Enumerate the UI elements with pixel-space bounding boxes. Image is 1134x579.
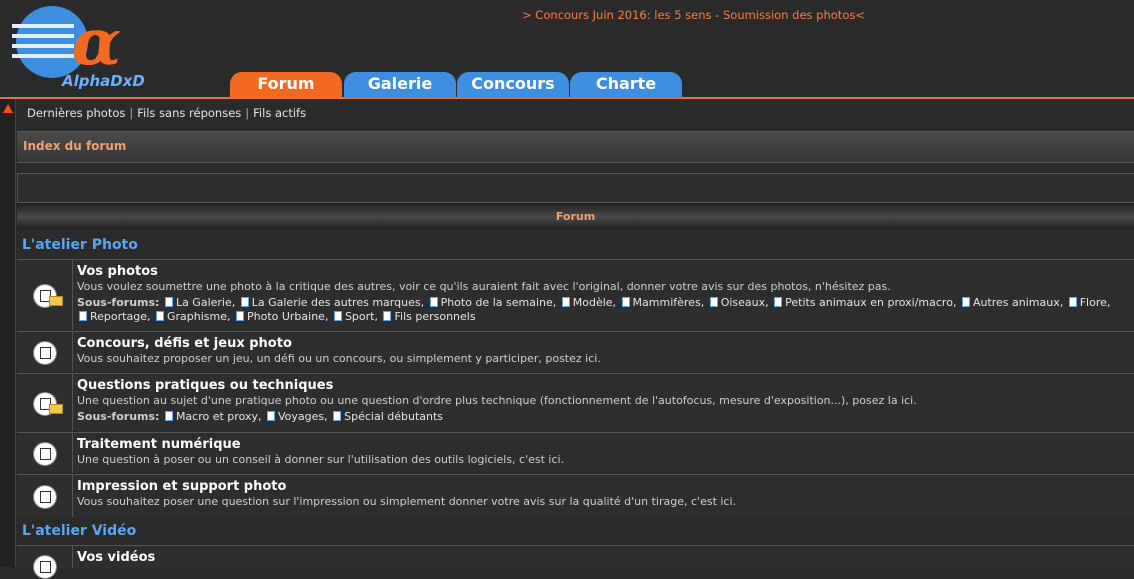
forum-description: Une question au sujet d'une pratique pho… [77, 394, 917, 407]
forum-description: Une question à poser ou un conseil à don… [77, 453, 565, 466]
tab-forum[interactable]: Forum [230, 72, 342, 98]
forum-row-traitement: Traitement numérique Une question à pose… [17, 432, 1134, 473]
separator: | [245, 106, 250, 120]
subforum-link[interactable]: Spécial débutants [344, 410, 443, 423]
subforum-doc-icon [961, 297, 970, 307]
subforum-doc-icon [709, 297, 718, 307]
subforum-doc-icon [333, 411, 342, 421]
forum-description: Vous souhaitez poser une question sur l'… [77, 495, 737, 508]
svg-text:α: α [72, 5, 121, 80]
subforum-link[interactable]: Photo de la semaine [441, 296, 553, 309]
subforum-link[interactable]: Graphisme [167, 310, 227, 323]
forum-title[interactable]: Vos vidéos [77, 550, 1134, 565]
forum-title[interactable]: Questions pratiques ou techniques [77, 378, 1134, 393]
subforums-label: Sous-forums: [77, 410, 160, 423]
forum-read-icon [33, 442, 57, 466]
forum-row-vos-photos: Vos photos Vous voulez soumettre une pho… [17, 259, 1134, 330]
subforum-link[interactable]: Autres animaux [973, 296, 1060, 309]
logo-text: AlphaDxD [62, 72, 145, 90]
unanswered-threads-link[interactable]: Fils sans réponses [137, 106, 241, 120]
forum-content: Questions pratiques ou techniques Une qu… [77, 378, 1134, 424]
forum-icon-cell [17, 546, 73, 579]
site-header: α AlphaDxD > Concours Juin 2016: les 5 s… [0, 0, 1134, 99]
subforum-link[interactable]: Flore [1080, 296, 1107, 309]
tab-galerie[interactable]: Galerie [344, 72, 456, 98]
contest-promo-link[interactable]: > Concours Juin 2016: les 5 sens - Soumi… [522, 8, 865, 22]
subforum-links-line1: La Galerie, La Galerie des autres marque… [163, 296, 1110, 309]
subforum-doc-icon [164, 297, 173, 307]
subforum-link[interactable]: La Galerie des autres marques [252, 296, 421, 309]
forum-icon-cell [17, 475, 73, 517]
subforums-list: Sous-forums: Macro et proxy, Voyages, Sp… [77, 410, 1134, 424]
subforum-link[interactable]: Voyages [278, 410, 324, 423]
forum-icon-cell [17, 374, 73, 431]
forum-title[interactable]: Vos photos [77, 264, 1134, 279]
forum-column-label: Forum [555, 210, 596, 223]
subforum-doc-icon [240, 297, 249, 307]
forum-content: Vos photos Vous voulez soumettre une pho… [77, 264, 1134, 324]
forum-row-concours: Concours, défis et jeux photo Vous souha… [17, 331, 1134, 372]
forum-description: Vous souhaitez proposer un jeu, un défi … [77, 352, 601, 365]
forum-title[interactable]: Impression et support photo [77, 479, 1134, 494]
subforum-link[interactable]: La Galerie [176, 296, 232, 309]
subforum-link[interactable]: Oiseaux [721, 296, 765, 309]
subforum-doc-icon [79, 311, 87, 321]
forum-index-link[interactable]: Index du forum [23, 139, 126, 153]
tab-charte[interactable]: Charte [570, 72, 682, 98]
subforum-link[interactable]: Photo Urbaine [247, 310, 325, 323]
subforum-link[interactable]: Modèle [573, 296, 613, 309]
subforum-doc-icon [164, 411, 173, 421]
forum-content: Vos vidéos [77, 550, 1134, 565]
forum-icon-cell [17, 332, 73, 372]
subforums-label: Sous-forums: [77, 296, 160, 309]
forum-content: Concours, défis et jeux photo Vous souha… [77, 336, 1134, 365]
subforum-links-line2: Reportage, Graphisme, Photo Urbaine, Spo… [77, 310, 476, 323]
separator: | [129, 106, 134, 120]
subforum-doc-icon [235, 311, 244, 321]
forum-content: Impression et support photo Vous souhait… [77, 479, 1134, 508]
forum-icon-cell [17, 433, 73, 473]
subforums-list: Sous-forums: La Galerie, La Galerie des … [77, 296, 1134, 324]
forum-read-icon [33, 341, 57, 365]
forum-column-header: Forum [17, 203, 1134, 230]
left-gutter [0, 99, 16, 567]
subforum-link[interactable]: Sport [345, 310, 375, 323]
subforum-link[interactable]: Reportage [90, 310, 147, 323]
forum-row-questions: Questions pratiques ou techniques Une qu… [17, 373, 1134, 431]
forum-read-icon [33, 485, 57, 509]
empty-panel [17, 173, 1134, 203]
subforum-doc-icon [155, 311, 164, 321]
forum-row-impression: Impression et support photo Vous souhait… [17, 474, 1134, 517]
subforum-link[interactable]: Petits animaux en proxi/macro [785, 296, 953, 309]
forum-content: Traitement numérique Une question à pose… [77, 437, 1134, 466]
subforum-link[interactable]: Mammifères [633, 296, 701, 309]
forum-description: Vous voulez soumettre une photo à la cri… [77, 280, 891, 293]
subforum-doc-icon [621, 297, 630, 307]
forum-read-icon [33, 555, 57, 579]
subforum-doc-icon [266, 411, 275, 421]
forum-title[interactable]: Traitement numérique [77, 437, 1134, 452]
forum-row-vos-videos: Vos vidéos [17, 545, 1134, 579]
tab-concours[interactable]: Concours [457, 72, 569, 98]
subforum-doc-icon [774, 297, 783, 307]
category-atelier-video[interactable]: L'atelier Vidéo [22, 523, 136, 539]
subforum-doc-icon [561, 297, 570, 307]
subforum-doc-icon [333, 311, 342, 321]
latest-photos-link[interactable]: Dernières photos [27, 106, 125, 120]
forum-index-bar: Index du forum [17, 131, 1134, 163]
subforum-links-line1: Macro et proxy, Voyages, Spécial débutan… [163, 410, 443, 423]
subforum-doc-icon [1068, 297, 1077, 307]
category-atelier-photo[interactable]: L'atelier Photo [22, 237, 138, 253]
active-threads-link[interactable]: Fils actifs [253, 106, 306, 120]
subforum-folder-icon [49, 296, 63, 306]
subforum-folder-icon [49, 404, 63, 414]
forum-title[interactable]: Concours, défis et jeux photo [77, 336, 1134, 351]
subforum-doc-icon [429, 297, 438, 307]
forum-icon-cell [17, 260, 73, 330]
quick-links: Dernières photos | Fils sans réponses | Fils… [27, 106, 306, 120]
subforum-link[interactable]: Fils personnels [394, 310, 475, 323]
scroll-top-icon[interactable] [3, 104, 13, 113]
subforum-link[interactable]: Macro et proxy [176, 410, 258, 423]
subforum-doc-icon [383, 311, 392, 321]
